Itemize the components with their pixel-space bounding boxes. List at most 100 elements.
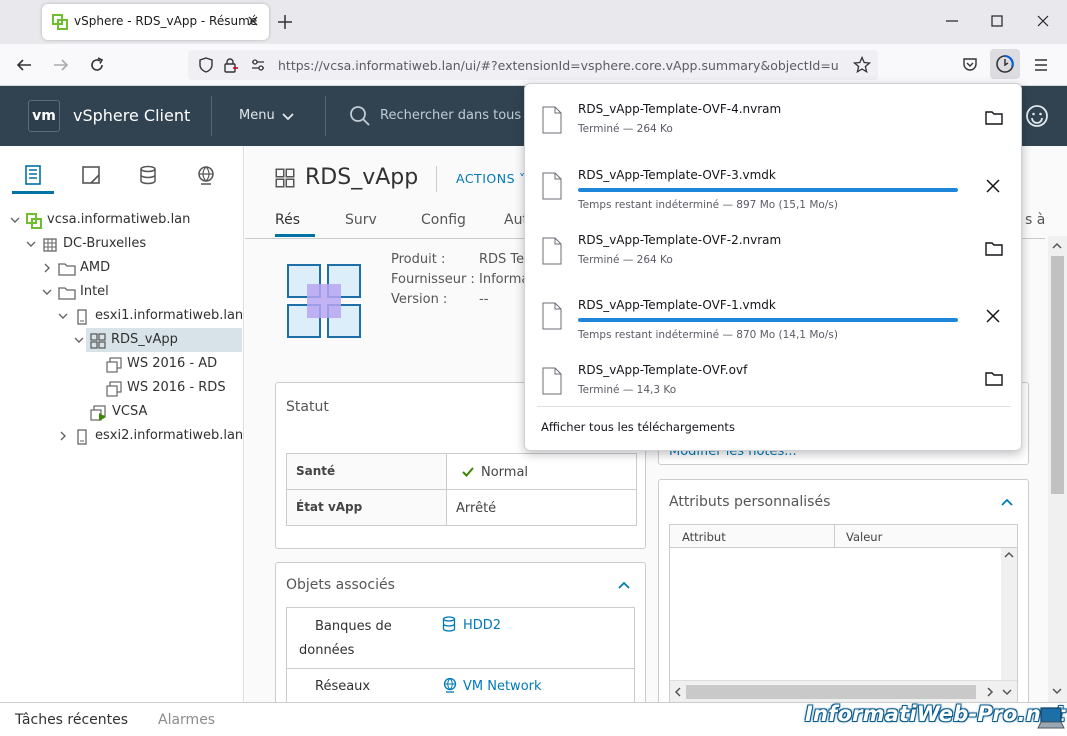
column-attribute[interactable]: Attribut: [682, 530, 726, 544]
close-tab-icon[interactable]: [244, 12, 262, 30]
page-scrollbar[interactable]: [1048, 236, 1067, 702]
page-scroll-thumb[interactable]: [1051, 256, 1064, 494]
tree-node-host-esxi1[interactable]: esxi1.informatiweb.lan: [56, 304, 243, 328]
tree-node-vm-ad[interactable]: WS 2016 - AD: [106, 352, 238, 376]
active-nav-indicator: [12, 191, 54, 194]
browser-tab[interactable]: vSphere - RDS_vApp - Résumé: [42, 4, 269, 40]
storage-icon[interactable]: [137, 164, 159, 186]
scroll-down-icon[interactable]: [1051, 686, 1063, 696]
lock-warning-icon[interactable]: [223, 57, 239, 73]
scroll-down-icon[interactable]: [1001, 686, 1013, 698]
scroll-left-icon[interactable]: [672, 686, 684, 698]
datastore-link[interactable]: HDD2: [463, 618, 501, 633]
download-item[interactable]: RDS_vApp-Template-OVF-4.nvram Terminé — 2…: [525, 88, 1023, 154]
shield-icon[interactable]: [198, 57, 214, 73]
alarms-tab[interactable]: Alarmes: [158, 712, 215, 728]
scroll-up-icon[interactable]: [1051, 241, 1063, 251]
open-folder-icon[interactable]: [985, 371, 1003, 387]
chevron-up-icon[interactable]: [1000, 495, 1014, 509]
vsphere-favicon-icon: [52, 14, 68, 30]
grid-horizontal-scrollbar[interactable]: [670, 680, 1017, 703]
tab-configure[interactable]: Config: [421, 212, 466, 228]
bookmark-star-icon[interactable]: [853, 56, 871, 74]
back-icon[interactable]: [15, 56, 33, 74]
download-filename: RDS_vApp-Template-OVF-3.vmdk: [578, 168, 776, 182]
show-all-downloads-link[interactable]: Afficher tous les téléchargements: [541, 420, 735, 434]
cancel-download-icon[interactable]: [985, 308, 1001, 324]
product-label: Produit :: [391, 252, 446, 267]
tab-summary[interactable]: Rés: [275, 212, 300, 228]
menu-button[interactable]: Menu: [239, 108, 294, 123]
datastore-label-line2: données: [299, 643, 355, 658]
reload-icon[interactable]: [88, 56, 106, 74]
networking-icon[interactable]: [195, 164, 217, 186]
vm-icon: [106, 381, 122, 397]
recent-tasks-tab[interactable]: Tâches récentes: [15, 712, 128, 728]
status-table: Santé Normal État vApp Arrêté: [286, 453, 637, 526]
pocket-icon[interactable]: [961, 56, 979, 74]
tree-node-datacenter[interactable]: DC-Bruxelles: [24, 232, 238, 256]
open-folder-icon[interactable]: [985, 241, 1003, 257]
chevron-down-icon[interactable]: [56, 309, 70, 323]
minimize-icon[interactable]: [943, 12, 961, 30]
downloads-button[interactable]: [990, 49, 1020, 79]
chevron-down-icon[interactable]: [24, 237, 38, 251]
check-icon: [461, 465, 475, 479]
download-status: Temps restant indéterminé — 897 Mo (15,1…: [578, 199, 838, 211]
permissions-icon[interactable]: [250, 57, 266, 73]
chevron-right-icon[interactable]: [56, 429, 70, 443]
global-search-input[interactable]: Rechercher dans tous l: [380, 108, 529, 123]
title-divider: [436, 166, 437, 192]
open-folder-icon[interactable]: [985, 110, 1003, 126]
grid-vertical-scrollbar[interactable]: [1001, 548, 1017, 680]
related-objects-table: Banques de données HDD2 Réseaux VM Netwo…: [286, 607, 635, 707]
user-smiley-icon[interactable]: [1025, 104, 1049, 128]
chevron-down-icon[interactable]: [40, 285, 54, 299]
row-divider: [287, 489, 636, 490]
screen: vSphere - RDS_vApp - Résumé https://vcsa…: [0, 0, 1067, 736]
search-icon[interactable]: [349, 105, 371, 127]
tree-node-folder-amd[interactable]: AMD: [40, 256, 238, 280]
tree-node-vapp[interactable]: RDS_vApp: [72, 328, 238, 352]
chevron-down-icon[interactable]: [72, 333, 86, 347]
download-filename: RDS_vApp-Template-OVF.ovf: [578, 363, 748, 377]
scroll-right-icon[interactable]: [984, 686, 996, 698]
tree-node-vcenter[interactable]: vcsa.informatiweb.lan: [8, 208, 238, 232]
actions-button[interactable]: ACTIONS ˅: [456, 171, 526, 186]
vcenter-icon: [26, 213, 42, 229]
chevron-down-icon[interactable]: [8, 213, 22, 227]
download-status: Terminé — 264 Ko: [578, 254, 673, 266]
tree-node-vm-vcsa[interactable]: VCSA: [90, 400, 238, 424]
tree-node-vm-rds[interactable]: WS 2016 - RDS: [106, 376, 238, 400]
tree-node-host-esxi2[interactable]: esxi2.informatiweb.lan: [56, 424, 243, 448]
download-item[interactable]: RDS_vApp-Template-OVF-2.nvram Terminé — 2…: [525, 219, 1023, 285]
close-window-icon[interactable]: [1034, 12, 1052, 30]
column-value[interactable]: Valeur: [846, 530, 882, 544]
folder-icon: [58, 263, 76, 276]
tab-more[interactable]: s à: [1025, 212, 1045, 228]
download-item[interactable]: RDS_vApp-Template-OVF-1.vmdk Temps restan…: [525, 284, 1023, 350]
hosts-clusters-icon[interactable]: [22, 164, 44, 186]
network-icon: [442, 677, 458, 693]
health-value: Normal: [481, 465, 529, 480]
forward-icon[interactable]: [52, 56, 70, 74]
hamburger-menu-icon[interactable]: [1032, 56, 1050, 74]
attributes-grid: Attribut Valeur: [669, 524, 1018, 704]
new-tab-icon[interactable]: [276, 13, 294, 31]
scroll-thumb[interactable]: [686, 685, 976, 699]
watermark-text: InformatiWeb-Pro.net: [805, 702, 1066, 726]
address-bar[interactable]: https://vcsa.informatiweb.lan/ui/#?exten…: [188, 50, 878, 80]
vm-icon: [106, 357, 122, 373]
networks-label: Réseaux: [315, 679, 371, 694]
tab-monitor[interactable]: Surv: [345, 212, 377, 228]
vms-templates-icon[interactable]: [80, 164, 102, 186]
file-icon: [542, 367, 562, 395]
network-link[interactable]: VM Network: [463, 679, 542, 694]
chevron-right-icon[interactable]: [40, 261, 54, 275]
cancel-download-icon[interactable]: [985, 178, 1001, 194]
download-item[interactable]: RDS_vApp-Template-OVF-3.vmdk Temps restan…: [525, 154, 1023, 220]
version-value: --: [479, 292, 489, 307]
maximize-icon[interactable]: [988, 12, 1006, 30]
chevron-up-icon[interactable]: [617, 578, 631, 592]
tree-node-folder-intel[interactable]: Intel: [40, 280, 238, 304]
